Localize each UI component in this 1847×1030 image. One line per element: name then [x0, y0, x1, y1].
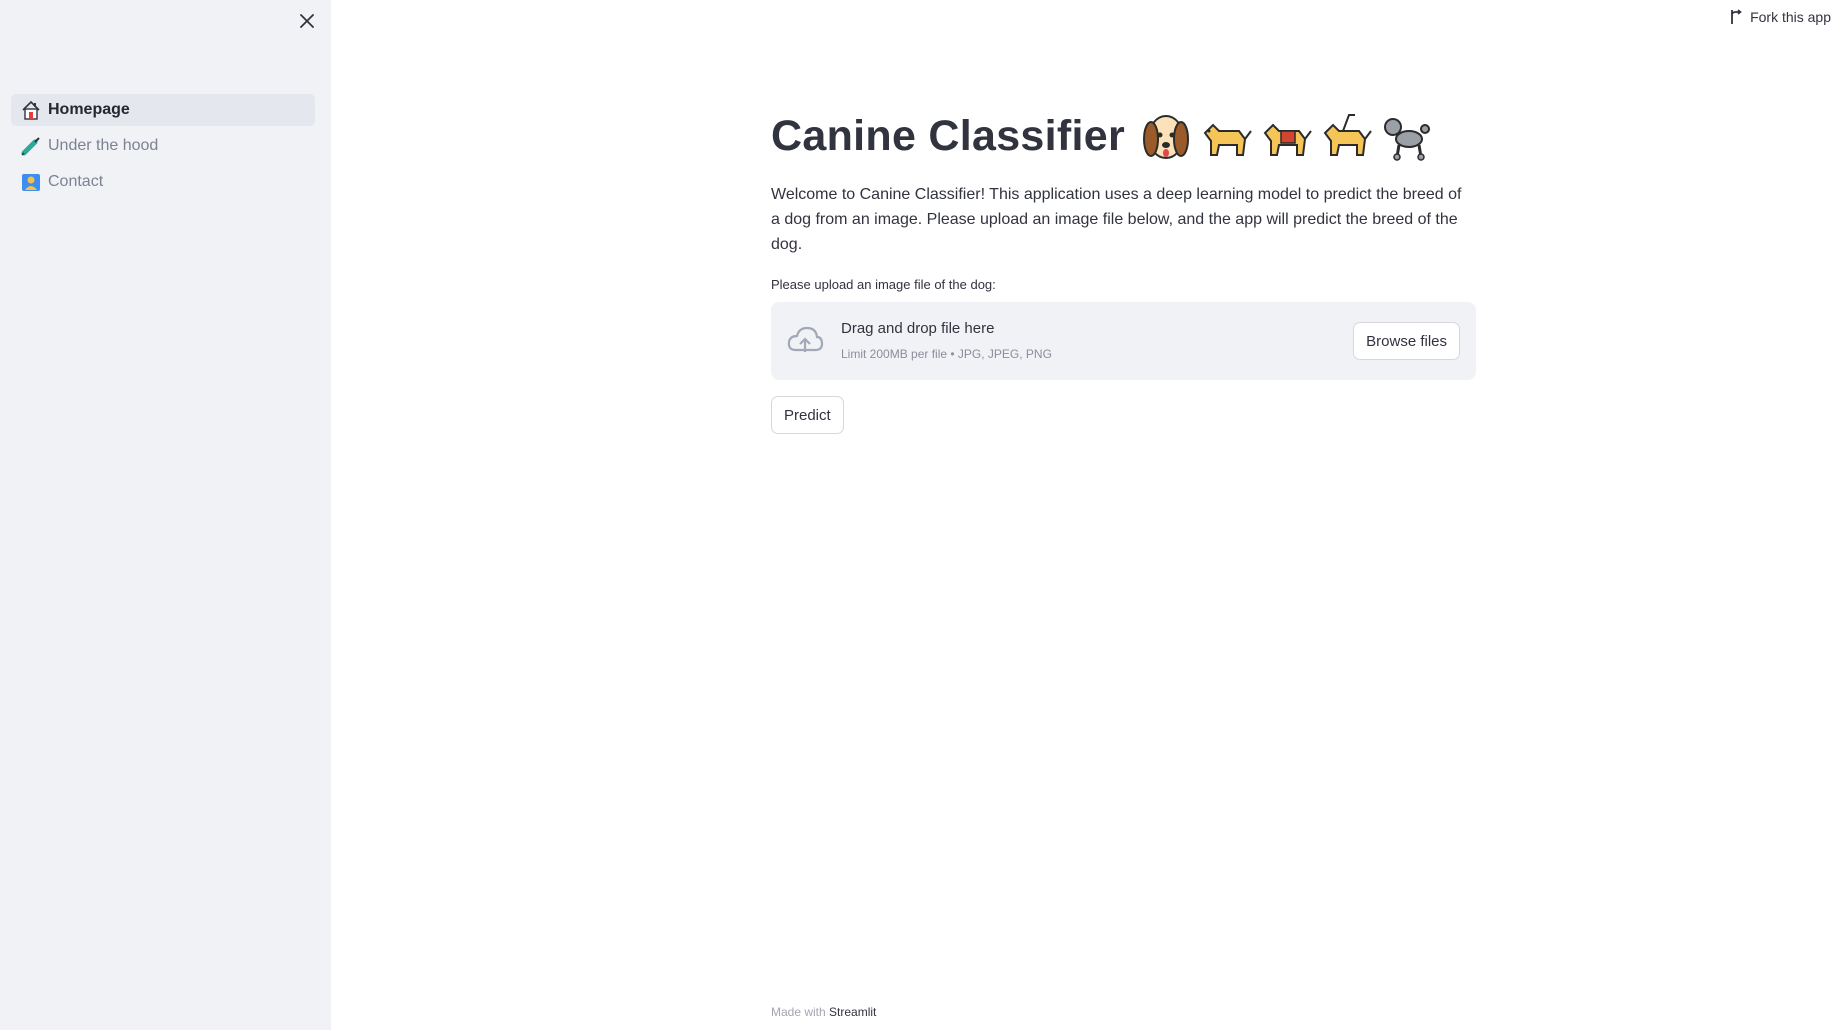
service-dog-icon [1263, 123, 1312, 156]
syringe-icon [20, 135, 42, 157]
sidebar-item-contact[interactable]: Contact [11, 166, 315, 198]
dog-icon [1203, 123, 1252, 156]
house-icon [20, 99, 42, 121]
main-content: Canine Classifier Welcome to Canine Clas… [771, 100, 1476, 434]
cloud-upload-icon [787, 326, 824, 352]
sidebar-item-label: Homepage [48, 101, 130, 118]
sidebar-item-label: Contact [48, 173, 104, 190]
dropzone-subtitle: Limit 200MB per file • JPG, JPEG, PNG [841, 347, 1052, 361]
dropzone-title: Drag and drop file here [841, 320, 995, 337]
footer: Made with Streamlit [771, 1005, 876, 1019]
close-sidebar-button[interactable] [296, 10, 318, 32]
sidebar-nav: Homepage Under the hood Contact [11, 94, 315, 202]
dropzone-text: Drag and drop file here Limit 200MB per … [841, 320, 1052, 361]
title-emojis [1139, 109, 1439, 163]
welcome-text: Welcome to Canine Classifier! This appli… [771, 186, 1462, 253]
close-icon [300, 14, 314, 28]
dog-face-icon [1143, 115, 1190, 159]
streamlit-link[interactable]: Streamlit [829, 1005, 876, 1019]
sidebar-item-homepage[interactable]: Homepage [11, 94, 315, 126]
app-root: Homepage Under the hood Contact Fork thi… [0, 0, 1847, 1030]
browse-files-button[interactable]: Browse files [1353, 322, 1460, 360]
fork-icon [1731, 9, 1742, 24]
fork-app-button[interactable]: Fork this app [1730, 9, 1831, 25]
sidebar-item-under-the-hood[interactable]: Under the hood [11, 130, 315, 162]
footer-prefix: Made with [771, 1005, 826, 1019]
title-row: Canine Classifier [771, 100, 1476, 172]
guide-dog-icon [1323, 114, 1372, 156]
sidebar: Homepage Under the hood Contact [0, 0, 331, 1030]
file-dropzone[interactable]: Drag and drop file here Limit 200MB per … [771, 302, 1476, 380]
poodle-icon [1384, 118, 1431, 161]
page-title: Canine Classifier [771, 111, 1126, 160]
predict-button[interactable]: Predict [771, 396, 844, 434]
fork-label: Fork this app [1750, 9, 1831, 25]
upload-label: Please upload an image file of the dog: [771, 277, 996, 292]
contact-icon [20, 171, 42, 193]
sidebar-item-label: Under the hood [48, 137, 159, 154]
